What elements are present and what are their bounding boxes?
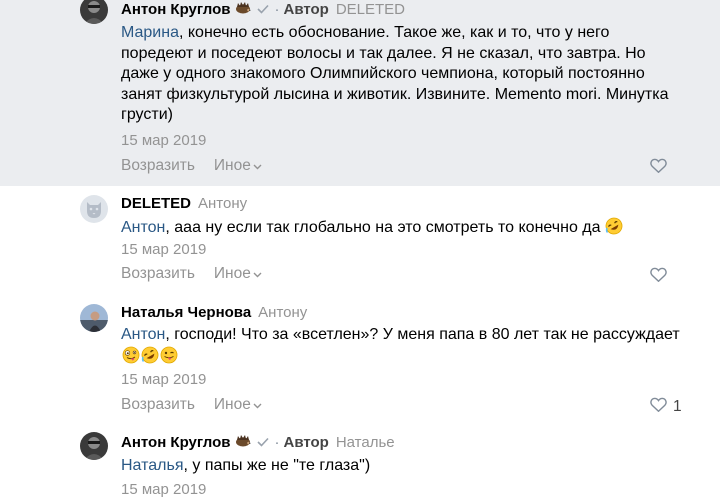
avatar[interactable]: [80, 432, 108, 460]
comment: Антон Круглов · Автор Наталье Наталья, у…: [0, 424, 720, 504]
comments-feed: Антон Круглов · Автор DELETED Марина, ко…: [0, 0, 720, 504]
comment-header: Антон Круглов · Автор Наталье: [121, 432, 395, 452]
heart-icon: [650, 397, 667, 417]
avatar[interactable]: [80, 304, 108, 332]
comment-text: Антон, ааа ну если так глобально на это …: [121, 217, 681, 242]
comment-body: , ааа ну если так глобально на это смотр…: [165, 219, 601, 236]
like-button[interactable]: 1: [650, 397, 682, 417]
heart-icon: [650, 158, 667, 178]
reply-to[interactable]: Наталье: [336, 434, 395, 451]
more-button[interactable]: Иное: [214, 265, 262, 283]
chevron-down-icon: [253, 265, 262, 283]
reply-button[interactable]: Возразить: [121, 157, 195, 175]
comment-body: , господи! Что за «всетлен»? У меня папа…: [165, 326, 680, 343]
comment-date[interactable]: 15 мар 2019: [121, 132, 206, 149]
chevron-down-icon: [253, 396, 262, 414]
comment-header: Антон Круглов · Автор DELETED: [121, 0, 405, 19]
comment-text: Наталья, у папы же не "те глаза"): [121, 456, 681, 477]
comment-body: , у папы же не "те глаза"): [183, 457, 371, 474]
comment-actions: Возразить Иное: [121, 265, 262, 283]
comment-date[interactable]: 15 мар 2019: [121, 241, 206, 258]
checkmark-icon: [257, 1, 270, 18]
comment-date[interactable]: 15 мар 2019: [121, 371, 206, 388]
like-button[interactable]: [650, 158, 673, 178]
hedgehog-emoji: [235, 434, 251, 451]
mention-link[interactable]: Антон: [121, 219, 165, 236]
comment-text: Антон, господи! Что за «всетлен»? У меня…: [121, 325, 681, 370]
author-name[interactable]: Наталья Чернова: [121, 304, 251, 321]
reply-to[interactable]: Антону: [198, 195, 247, 212]
comment-header: Наталья Чернова Антону: [121, 302, 307, 322]
author-badge: Автор: [283, 433, 329, 451]
chevron-down-icon: [253, 157, 262, 175]
author-badge: Автор: [283, 0, 329, 18]
rofl-emoji: [605, 217, 623, 242]
comment-body: , конечно есть обоснование. Такое же, ка…: [121, 24, 669, 123]
comment-header: DELETED Антону: [121, 193, 247, 213]
avatar[interactable]: [80, 0, 108, 24]
author-name[interactable]: Антон Круглов: [121, 1, 230, 18]
heart-icon: [650, 267, 667, 287]
reply-button[interactable]: Возразить: [121, 265, 195, 283]
hedgehog-emoji: [235, 1, 251, 18]
comment: DELETED Антону Антон, ааа ну если так гл…: [0, 186, 720, 294]
author-name[interactable]: DELETED: [121, 195, 191, 212]
avatar[interactable]: [80, 195, 108, 223]
more-label: Иное: [213, 396, 251, 413]
reply-to[interactable]: DELETED: [336, 1, 405, 18]
comment: Наталья Чернова Антону Антон, господи! Ч…: [0, 294, 720, 424]
more-label: Иное: [213, 157, 251, 174]
comment-date[interactable]: 15 мар 2019: [121, 481, 206, 498]
like-button[interactable]: [650, 267, 673, 287]
comment-actions: Возразить Иное: [121, 396, 262, 414]
more-button[interactable]: Иное: [214, 396, 262, 414]
zany-face-emoji: [122, 346, 140, 371]
more-button[interactable]: Иное: [214, 157, 262, 175]
reply-button[interactable]: Возразить: [121, 396, 195, 414]
comment-actions: Возразить Иное: [121, 157, 262, 175]
like-count: 1: [673, 398, 682, 415]
mention-link[interactable]: Марина: [121, 24, 179, 41]
mention-link[interactable]: Антон: [121, 326, 165, 343]
comment: Антон Круглов · Автор DELETED Марина, ко…: [0, 0, 720, 186]
author-name[interactable]: Антон Круглов: [121, 434, 230, 451]
more-label: Иное: [213, 265, 251, 282]
rofl-emoji: [141, 346, 159, 371]
separator-dot: ·: [274, 433, 280, 451]
mention-link[interactable]: Наталья: [121, 457, 183, 474]
checkmark-icon: [257, 434, 270, 451]
winking-tongue-emoji: [160, 346, 178, 371]
reply-to[interactable]: Антону: [258, 304, 307, 321]
comment-text: Марина, конечно есть обоснование. Такое …: [121, 23, 681, 126]
separator-dot: ·: [274, 0, 280, 18]
